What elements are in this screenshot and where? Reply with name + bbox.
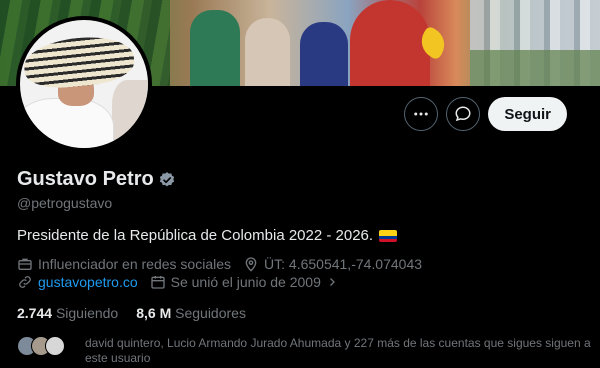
chevron-right-icon	[329, 278, 335, 286]
verified-badge-icon[interactable]	[158, 171, 176, 189]
following-stat[interactable]: 2.744 Siguiendo	[17, 305, 118, 321]
profile-name: Gustavo Petro	[17, 168, 154, 190]
profile-handle: @petrogustavo	[17, 195, 113, 211]
mutual-followers-text: david quintero, Lucio Armando Jurado Ahu…	[85, 336, 591, 365]
followers-label: Seguidores	[175, 305, 246, 321]
profile-bio: Presidente de la República de Colombia 2…	[17, 227, 398, 244]
avatar-shirt	[20, 98, 114, 148]
profile-joined[interactable]: Se unió el junio de 2009	[150, 274, 338, 290]
banner-person	[190, 10, 240, 86]
following-count: 2.744	[17, 305, 53, 321]
more-horizontal-icon	[414, 112, 429, 116]
mutual-avatars	[17, 336, 77, 356]
location-pin-icon	[245, 257, 257, 272]
message-button[interactable]	[446, 97, 481, 131]
banner-trees	[470, 50, 600, 86]
location-label: ÜT: 4.650541,-74.074043	[264, 256, 423, 272]
follow-button[interactable]: Seguir	[488, 97, 567, 131]
profile-name-row: Gustavo Petro	[17, 168, 176, 191]
mutual-followers[interactable]: david quintero, Lucio Armando Jurado Ahu…	[17, 336, 600, 366]
followers-count: 8,6 M	[136, 305, 172, 321]
link-icon	[19, 276, 31, 288]
banner-person	[245, 18, 290, 86]
following-label: Siguiendo	[55, 305, 119, 321]
followers-stat[interactable]: 8,6 M Seguidores	[136, 305, 246, 321]
website-link[interactable]: gustavopetro.co	[38, 274, 138, 290]
banner-dancer	[350, 0, 430, 86]
joined-label: Se unió el junio de 2009	[170, 274, 321, 290]
profile-meta-row-2: gustavopetro.co Se unió el junio de 2009	[17, 274, 338, 290]
banner-person	[300, 22, 348, 86]
colombia-flag-icon	[379, 229, 398, 242]
profile-avatar[interactable]	[16, 16, 152, 152]
calendar-icon	[150, 276, 165, 289]
category-label: Influenciador en redes sociales	[38, 256, 232, 272]
message-bubble-icon	[455, 106, 471, 122]
more-button[interactable]	[404, 97, 439, 131]
bio-text: Presidente de la República de Colombia 2…	[17, 227, 374, 244]
profile-meta-row-1: Influenciador en redes sociales ÜT: 4.65…	[17, 256, 422, 272]
profile-category: Influenciador en redes sociales	[17, 256, 231, 272]
briefcase-icon	[18, 258, 32, 270]
profile-website[interactable]: gustavopetro.co	[17, 274, 138, 290]
profile-stats: 2.744 Siguiendo 8,6 M Seguidores	[17, 305, 246, 321]
avatar-background-crowd	[112, 80, 148, 148]
profile-location: ÜT: 4.650541,-74.074043	[243, 256, 422, 272]
profile-actions: Seguir	[404, 97, 567, 131]
mutual-avatar	[45, 336, 65, 356]
